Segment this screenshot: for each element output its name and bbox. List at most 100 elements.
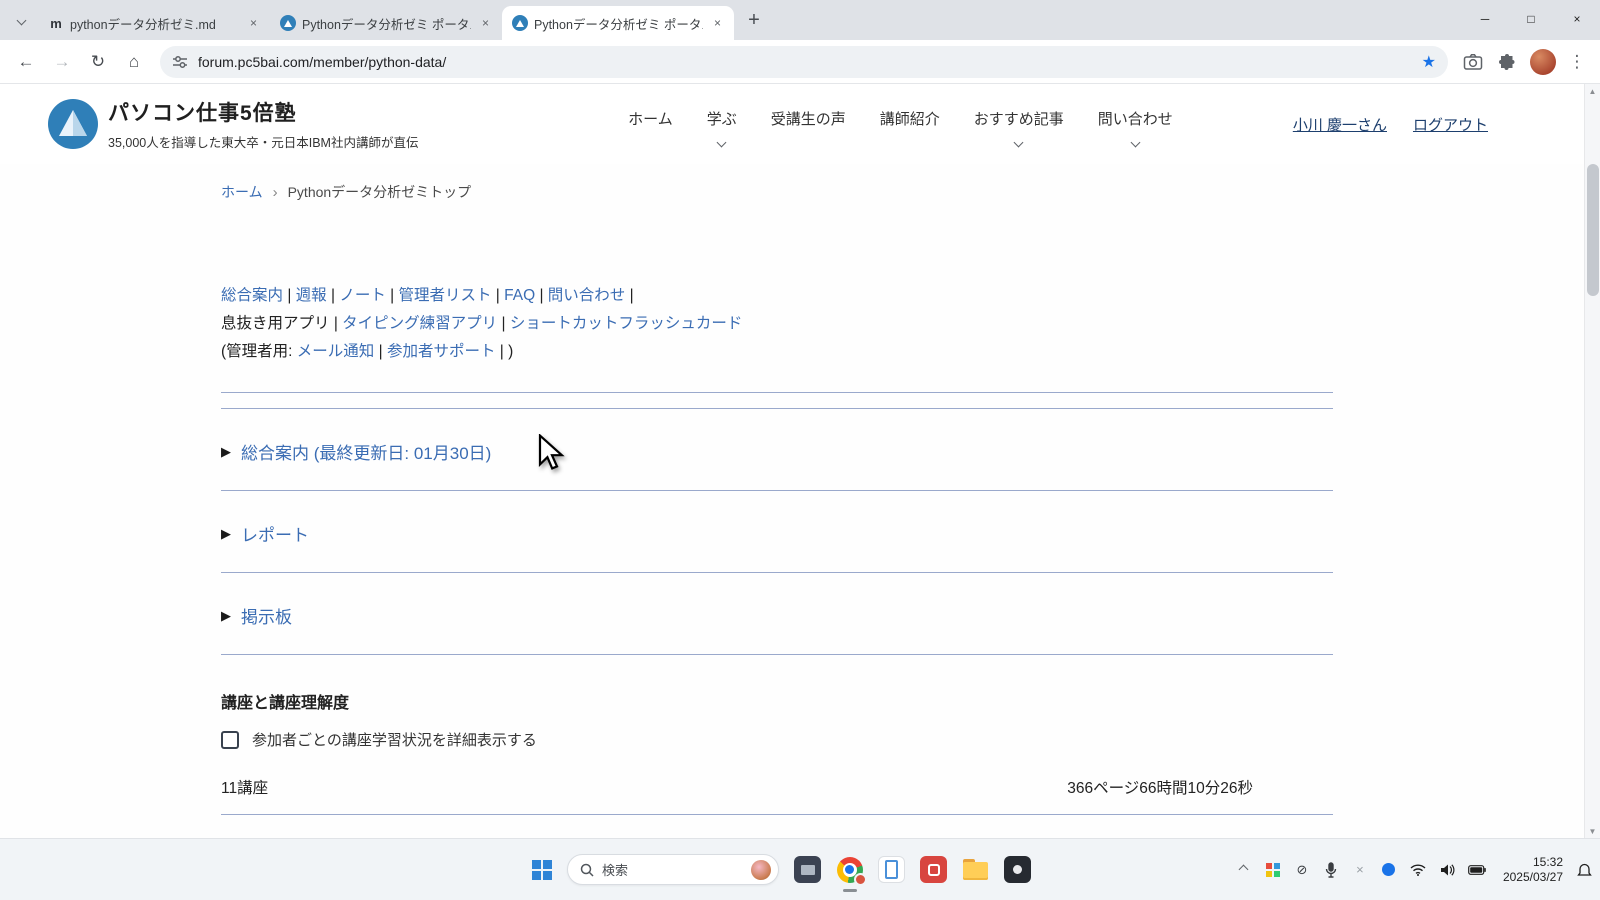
breadcrumb-home-link[interactable]: ホーム bbox=[221, 182, 263, 202]
browser-tab[interactable]: Pythonデータ分析ゼミ ポータルトッ × bbox=[270, 6, 502, 40]
user-name-link[interactable]: 小川 慶一さん bbox=[1293, 114, 1387, 135]
tray-close-icon[interactable]: × bbox=[1352, 862, 1368, 877]
site-logo-icon bbox=[48, 99, 98, 149]
camera-icon[interactable] bbox=[1458, 47, 1488, 77]
scroll-down-icon[interactable]: ▼ bbox=[1585, 824, 1600, 838]
quick-link[interactable]: 管理者リスト bbox=[398, 287, 491, 304]
minimize-button[interactable]: ─ bbox=[1462, 0, 1508, 38]
logout-link[interactable]: ログアウト bbox=[1413, 114, 1488, 135]
quick-links-line: 総合案内 | 週報 | ノート | 管理者リスト | FAQ | 問い合わせ | bbox=[221, 282, 1333, 310]
collapsible-section[interactable]: ▶レポート bbox=[221, 491, 1333, 572]
maximize-button[interactable]: □ bbox=[1508, 0, 1554, 38]
section-title-link[interactable]: 掲示板 bbox=[241, 603, 292, 628]
app-icon-red[interactable] bbox=[920, 856, 947, 883]
collapsible-section[interactable]: ▶総合案内 (最終更新日: 01月30日) bbox=[221, 409, 1333, 490]
quick-text: | bbox=[283, 287, 296, 304]
browser-tab[interactable]: mpythonデータ分析ゼミ.md× bbox=[38, 6, 270, 40]
wifi-icon[interactable] bbox=[1410, 864, 1426, 876]
nav-label: ホーム bbox=[628, 108, 673, 129]
collapsible-section[interactable]: ▶掲示板 bbox=[221, 573, 1333, 654]
tab-close-icon[interactable]: × bbox=[245, 15, 262, 32]
quick-link[interactable]: FAQ bbox=[504, 287, 535, 304]
close-button[interactable]: × bbox=[1554, 0, 1600, 38]
address-bar[interactable]: forum.pc5bai.com/member/python-data/ ★ bbox=[160, 46, 1448, 78]
section-title-link[interactable]: 総合案内 (最終更新日: 01月30日) bbox=[241, 439, 491, 464]
notifications-icon[interactable] bbox=[1576, 862, 1592, 878]
volume-icon[interactable] bbox=[1439, 863, 1455, 877]
site-brand[interactable]: パソコン仕事5倍塾 35,000人を指導した東大卒・元日本IBM社内講師が直伝 bbox=[48, 97, 418, 151]
app-icon-file-explorer[interactable] bbox=[962, 856, 989, 883]
quick-text: | bbox=[330, 315, 343, 332]
clock-time: 15:32 bbox=[1503, 855, 1563, 870]
quick-link[interactable]: ノート bbox=[339, 287, 386, 304]
quick-text: | bbox=[497, 315, 510, 332]
desktop-screen: mpythonデータ分析ゼミ.md×Pythonデータ分析ゼミ ポータルトッ×P… bbox=[0, 0, 1600, 900]
scroll-up-icon[interactable]: ▲ bbox=[1585, 84, 1600, 98]
active-app-indicator bbox=[843, 889, 857, 892]
home-button[interactable]: ⌂ bbox=[118, 46, 150, 78]
detail-view-checkbox[interactable] bbox=[221, 731, 239, 749]
quick-link[interactable]: 参加者サポート bbox=[387, 343, 496, 360]
nav-item[interactable]: ホーム bbox=[628, 108, 673, 141]
main-nav: ホーム 学ぶ 受講生の声 講師紹介 おすすめ記事 問い合わせ bbox=[628, 108, 1173, 141]
tray-expand-icon[interactable] bbox=[1236, 866, 1252, 873]
nav-label: 受講生の声 bbox=[771, 108, 846, 129]
battery-icon[interactable] bbox=[1468, 865, 1486, 875]
back-button[interactable]: ← bbox=[10, 46, 42, 78]
app-icon-chrome[interactable] bbox=[836, 856, 863, 883]
chevron-down-icon bbox=[16, 15, 26, 25]
profile-avatar[interactable] bbox=[1530, 49, 1556, 75]
breadcrumb: ホーム › Pythonデータ分析ゼミトップ bbox=[221, 182, 1584, 202]
reload-button[interactable]: ↻ bbox=[82, 46, 114, 78]
app-icon-image-tool[interactable] bbox=[794, 856, 821, 883]
browser-menu-icon[interactable]: ⋮ bbox=[1564, 52, 1590, 72]
nav-item[interactable]: 問い合わせ bbox=[1098, 108, 1173, 141]
nav-item[interactable]: 講師紹介 bbox=[880, 108, 940, 141]
nav-item[interactable]: 受講生の声 bbox=[771, 108, 846, 141]
new-tab-button[interactable]: + bbox=[740, 6, 768, 34]
tray-blue-dot-icon[interactable] bbox=[1381, 863, 1397, 876]
tab-search-icon[interactable] bbox=[8, 7, 34, 33]
app-icon-dark[interactable] bbox=[1004, 856, 1031, 883]
site-settings-icon[interactable] bbox=[172, 54, 188, 70]
browser-toolbar: ← → ↻ ⌂ forum.pc5bai.com/member/python-d… bbox=[0, 40, 1600, 84]
quick-link[interactable]: 問い合わせ bbox=[548, 287, 626, 304]
taskbar-clock[interactable]: 15:32 2025/03/27 bbox=[1503, 855, 1563, 885]
forward-button[interactable]: → bbox=[46, 46, 78, 78]
nav-label: 問い合わせ bbox=[1098, 108, 1173, 129]
chevron-down-icon bbox=[1132, 133, 1139, 141]
windows-logo-icon bbox=[532, 860, 552, 880]
tab-close-icon[interactable]: × bbox=[477, 15, 494, 32]
nav-item[interactable]: 学ぶ bbox=[707, 108, 737, 141]
tab-title: Pythonデータ分析ゼミ ポータルトッ bbox=[302, 14, 471, 33]
bookmark-star-icon[interactable]: ★ bbox=[1422, 52, 1436, 72]
url-text[interactable]: forum.pc5bai.com/member/python-data/ bbox=[198, 54, 1414, 70]
markdown-favicon: m bbox=[48, 15, 64, 31]
site-favicon bbox=[280, 15, 296, 31]
nav-label: 学ぶ bbox=[707, 108, 737, 129]
quick-text: | bbox=[491, 287, 504, 304]
quick-link[interactable]: 週報 bbox=[296, 287, 327, 304]
divider bbox=[221, 392, 1333, 393]
quick-link[interactable]: ショートカットフラッシュカード bbox=[510, 315, 743, 332]
tab-title: Pythonデータ分析ゼミ ポータルトッ bbox=[534, 14, 703, 33]
tab-strip: mpythonデータ分析ゼミ.md×Pythonデータ分析ゼミ ポータルトッ×P… bbox=[0, 0, 1600, 40]
app-icon-phone[interactable] bbox=[878, 856, 905, 883]
browser-tab[interactable]: Pythonデータ分析ゼミ ポータルトッ × bbox=[502, 6, 734, 40]
start-button[interactable] bbox=[532, 860, 552, 880]
microphone-icon[interactable] bbox=[1323, 862, 1339, 878]
page-scrollbar[interactable]: ▲ ▼ bbox=[1584, 84, 1600, 838]
taskbar-search[interactable]: 検索 bbox=[567, 854, 779, 885]
section-title-link[interactable]: レポート bbox=[241, 521, 309, 546]
tray-grid-icon[interactable] bbox=[1265, 863, 1281, 877]
nav-item[interactable]: おすすめ記事 bbox=[974, 108, 1064, 141]
quick-link[interactable]: タイピング練習アプリ bbox=[342, 315, 497, 332]
tab-close-icon[interactable]: × bbox=[709, 15, 726, 32]
quick-link[interactable]: 総合案内 bbox=[221, 287, 283, 304]
tray-slash-circle-icon[interactable]: ⊘ bbox=[1294, 862, 1310, 878]
quick-link[interactable]: メール通知 bbox=[297, 343, 375, 360]
search-label: 検索 bbox=[602, 860, 751, 879]
breadcrumb-current: Pythonデータ分析ゼミトップ bbox=[288, 182, 472, 202]
extensions-icon[interactable] bbox=[1492, 47, 1522, 77]
scrollbar-thumb[interactable] bbox=[1587, 164, 1599, 296]
